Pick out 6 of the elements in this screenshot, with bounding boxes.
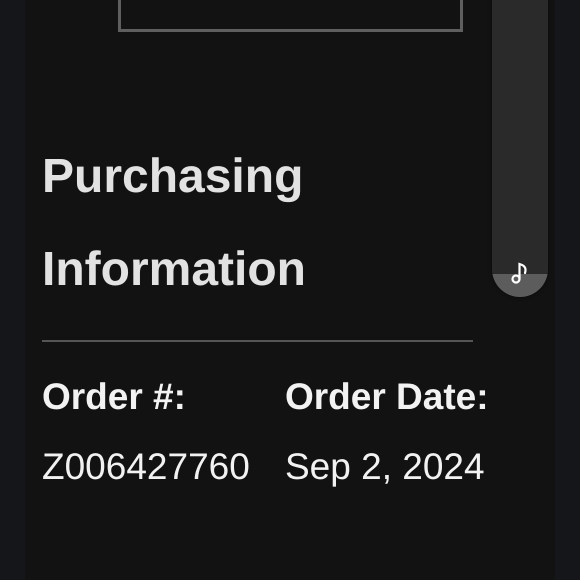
field-value: Z006427760 (42, 445, 251, 489)
section-title: Purchasing Information (42, 149, 307, 298)
field-label: Order Date: (285, 375, 490, 419)
field-label: Order #: (42, 375, 187, 419)
field-value: Sep 2, 2024 (285, 445, 486, 489)
volume-slider[interactable] (492, 0, 548, 297)
